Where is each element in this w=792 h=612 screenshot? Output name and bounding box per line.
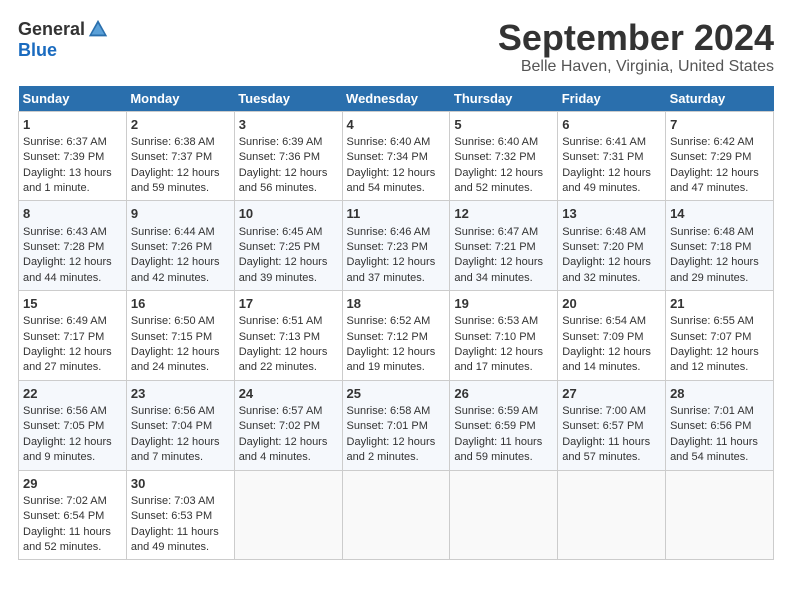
col-saturday: Saturday <box>666 86 774 112</box>
table-row: 24Sunrise: 6:57 AMSunset: 7:02 PMDayligh… <box>234 380 342 470</box>
table-row: 1Sunrise: 6:37 AMSunset: 7:39 PMDaylight… <box>19 111 127 201</box>
title-area: September 2024 Belle Haven, Virginia, Un… <box>498 18 774 76</box>
table-row: 4Sunrise: 6:40 AMSunset: 7:34 PMDaylight… <box>342 111 450 201</box>
table-row: 21Sunrise: 6:55 AMSunset: 7:07 PMDayligh… <box>666 291 774 381</box>
table-row <box>558 470 666 560</box>
table-row: 16Sunrise: 6:50 AMSunset: 7:15 PMDayligh… <box>126 291 234 381</box>
day-number: 24 <box>239 385 338 403</box>
day-number: 16 <box>131 295 230 313</box>
col-tuesday: Tuesday <box>234 86 342 112</box>
day-number: 4 <box>347 116 446 134</box>
table-row: 12Sunrise: 6:47 AMSunset: 7:21 PMDayligh… <box>450 201 558 291</box>
day-number: 3 <box>239 116 338 134</box>
table-row: 30Sunrise: 7:03 AMSunset: 6:53 PMDayligh… <box>126 470 234 560</box>
logo: General Blue <box>18 18 109 61</box>
header: General Blue September 2024 Belle Haven,… <box>18 18 774 76</box>
col-wednesday: Wednesday <box>342 86 450 112</box>
day-number: 11 <box>347 205 446 223</box>
day-number: 23 <box>131 385 230 403</box>
table-row: 17Sunrise: 6:51 AMSunset: 7:13 PMDayligh… <box>234 291 342 381</box>
day-number: 21 <box>670 295 769 313</box>
table-row: 13Sunrise: 6:48 AMSunset: 7:20 PMDayligh… <box>558 201 666 291</box>
logo-general-text: General <box>18 19 85 40</box>
table-row <box>234 470 342 560</box>
page: General Blue September 2024 Belle Haven,… <box>0 0 792 570</box>
table-row: 22Sunrise: 6:56 AMSunset: 7:05 PMDayligh… <box>19 380 127 470</box>
table-row: 10Sunrise: 6:45 AMSunset: 7:25 PMDayligh… <box>234 201 342 291</box>
table-row: 14Sunrise: 6:48 AMSunset: 7:18 PMDayligh… <box>666 201 774 291</box>
day-number: 15 <box>23 295 122 313</box>
table-row: 18Sunrise: 6:52 AMSunset: 7:12 PMDayligh… <box>342 291 450 381</box>
table-row: 27Sunrise: 7:00 AMSunset: 6:57 PMDayligh… <box>558 380 666 470</box>
table-row: 23Sunrise: 6:56 AMSunset: 7:04 PMDayligh… <box>126 380 234 470</box>
table-row: 29Sunrise: 7:02 AMSunset: 6:54 PMDayligh… <box>19 470 127 560</box>
table-row <box>450 470 558 560</box>
week-row-1: 1Sunrise: 6:37 AMSunset: 7:39 PMDaylight… <box>19 111 774 201</box>
table-row <box>666 470 774 560</box>
day-number: 9 <box>131 205 230 223</box>
table-row: 3Sunrise: 6:39 AMSunset: 7:36 PMDaylight… <box>234 111 342 201</box>
day-number: 13 <box>562 205 661 223</box>
day-number: 29 <box>23 475 122 493</box>
week-row-2: 8Sunrise: 6:43 AMSunset: 7:28 PMDaylight… <box>19 201 774 291</box>
week-row-5: 29Sunrise: 7:02 AMSunset: 6:54 PMDayligh… <box>19 470 774 560</box>
table-row: 15Sunrise: 6:49 AMSunset: 7:17 PMDayligh… <box>19 291 127 381</box>
day-number: 30 <box>131 475 230 493</box>
table-row: 6Sunrise: 6:41 AMSunset: 7:31 PMDaylight… <box>558 111 666 201</box>
day-number: 20 <box>562 295 661 313</box>
table-row: 20Sunrise: 6:54 AMSunset: 7:09 PMDayligh… <box>558 291 666 381</box>
col-friday: Friday <box>558 86 666 112</box>
table-row: 26Sunrise: 6:59 AMSunset: 6:59 PMDayligh… <box>450 380 558 470</box>
table-row <box>342 470 450 560</box>
day-number: 26 <box>454 385 553 403</box>
table-row: 2Sunrise: 6:38 AMSunset: 7:37 PMDaylight… <box>126 111 234 201</box>
day-number: 12 <box>454 205 553 223</box>
day-number: 10 <box>239 205 338 223</box>
day-number: 27 <box>562 385 661 403</box>
day-number: 18 <box>347 295 446 313</box>
table-row: 9Sunrise: 6:44 AMSunset: 7:26 PMDaylight… <box>126 201 234 291</box>
col-sunday: Sunday <box>19 86 127 112</box>
table-row: 25Sunrise: 6:58 AMSunset: 7:01 PMDayligh… <box>342 380 450 470</box>
day-number: 19 <box>454 295 553 313</box>
header-row: Sunday Monday Tuesday Wednesday Thursday… <box>19 86 774 112</box>
week-row-4: 22Sunrise: 6:56 AMSunset: 7:05 PMDayligh… <box>19 380 774 470</box>
col-monday: Monday <box>126 86 234 112</box>
day-number: 17 <box>239 295 338 313</box>
table-row: 5Sunrise: 6:40 AMSunset: 7:32 PMDaylight… <box>450 111 558 201</box>
table-row: 8Sunrise: 6:43 AMSunset: 7:28 PMDaylight… <box>19 201 127 291</box>
day-number: 7 <box>670 116 769 134</box>
day-number: 8 <box>23 205 122 223</box>
col-thursday: Thursday <box>450 86 558 112</box>
day-number: 14 <box>670 205 769 223</box>
calendar-table: Sunday Monday Tuesday Wednesday Thursday… <box>18 86 774 561</box>
day-number: 28 <box>670 385 769 403</box>
table-row: 7Sunrise: 6:42 AMSunset: 7:29 PMDaylight… <box>666 111 774 201</box>
logo-icon <box>87 18 109 40</box>
day-number: 5 <box>454 116 553 134</box>
logo-blue-text: Blue <box>18 40 57 61</box>
table-row: 11Sunrise: 6:46 AMSunset: 7:23 PMDayligh… <box>342 201 450 291</box>
day-number: 6 <box>562 116 661 134</box>
day-number: 2 <box>131 116 230 134</box>
day-number: 25 <box>347 385 446 403</box>
table-row: 28Sunrise: 7:01 AMSunset: 6:56 PMDayligh… <box>666 380 774 470</box>
week-row-3: 15Sunrise: 6:49 AMSunset: 7:17 PMDayligh… <box>19 291 774 381</box>
table-row: 19Sunrise: 6:53 AMSunset: 7:10 PMDayligh… <box>450 291 558 381</box>
day-number: 22 <box>23 385 122 403</box>
month-title: September 2024 <box>498 18 774 58</box>
day-number: 1 <box>23 116 122 134</box>
location-title: Belle Haven, Virginia, United States <box>498 58 774 76</box>
